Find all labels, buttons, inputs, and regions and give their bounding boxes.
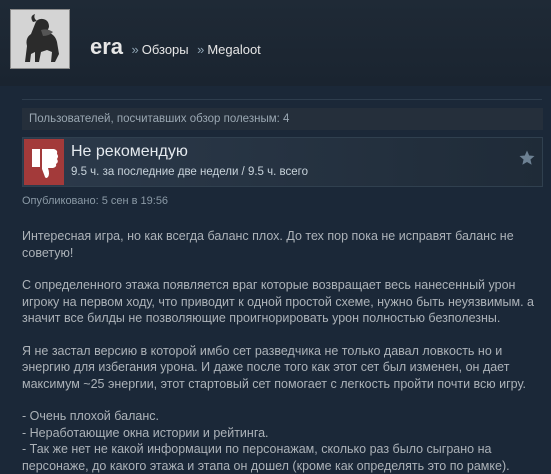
breadcrumb-reviews-link[interactable]: Обзоры xyxy=(142,42,189,57)
review-list-item: - Неработающие окна истории и рейтинга. xyxy=(22,425,269,440)
recommendation-box: Не рекомендую 9.5 ч. за последние две не… xyxy=(22,137,543,187)
username-link[interactable]: era xyxy=(90,34,123,59)
breadcrumb: era » Обзоры » Megaloot xyxy=(90,34,261,60)
review-paragraph: С определенного этажа появляется враг ко… xyxy=(22,278,534,325)
pony-avatar-icon xyxy=(11,10,69,68)
thumbs-down-icon xyxy=(24,139,64,185)
avatar[interactable] xyxy=(10,9,70,69)
star-icon[interactable] xyxy=(518,149,536,167)
review-paragraph: Я не застал версию в которой имбо сет ра… xyxy=(22,343,526,391)
recommendation-title: Не рекомендую xyxy=(71,143,188,160)
posted-date: Опубликовано: 5 сен в 19:56 xyxy=(22,195,169,207)
breadcrumb-game-link[interactable]: Megaloot xyxy=(207,42,260,57)
helpful-count-bar: Пользователей, посчитавших обзор полезны… xyxy=(22,108,543,130)
profile-header: era » Обзоры » Megaloot xyxy=(0,0,551,86)
section-divider xyxy=(22,99,542,100)
breadcrumb-separator: » xyxy=(131,42,139,57)
review-paragraph: Интересная игра, но как всегда баланс пл… xyxy=(22,229,514,260)
review-list-item: - Очень плохой баланс. xyxy=(22,409,159,423)
review-list-item: - Так же нет не какой информации по перс… xyxy=(22,442,510,473)
breadcrumb-separator: » xyxy=(197,42,205,57)
hours-played: 9.5 ч. за последние две недели / 9.5 ч. … xyxy=(71,166,308,178)
review-text: Интересная игра, но как всегда баланс пл… xyxy=(22,228,544,474)
